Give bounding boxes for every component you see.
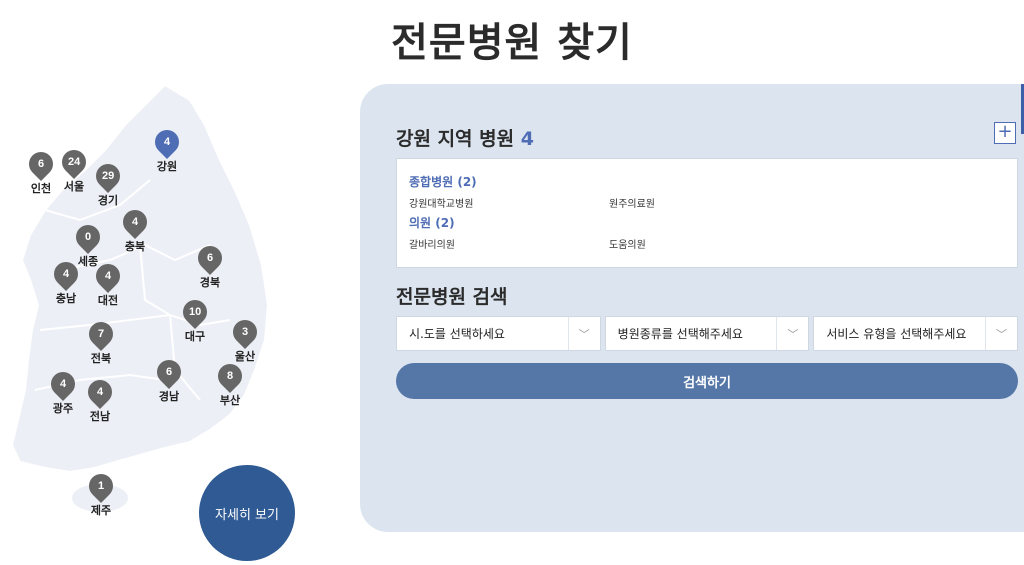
map-pin-icon: 29 <box>91 159 125 193</box>
chevron-down-icon: ﹀ <box>985 317 1017 350</box>
category-general-hospital[interactable]: 종합병원 (2) <box>409 173 1005 190</box>
map-pin-incheon[interactable]: 6 인천 <box>24 147 58 195</box>
map-pin-chungbuk[interactable]: 4 충북 <box>118 205 152 253</box>
map-pin-jeju[interactable]: 1 제주 <box>84 469 118 517</box>
map-pin-icon: 10 <box>178 295 212 329</box>
map-pin-chungnam[interactable]: 4 충남 <box>49 257 83 305</box>
map-pin-icon: 4 <box>46 367 80 401</box>
map-pin-daejeon[interactable]: 4 대전 <box>91 259 125 307</box>
map-pin-gyeongbuk[interactable]: 6 경북 <box>193 241 227 289</box>
map-pin-gwangju[interactable]: 4 광주 <box>46 367 80 415</box>
map-pin-icon: 0 <box>71 220 105 254</box>
search-title: 전문병원 검색 <box>396 286 508 308</box>
hospital-panel: 강원 지역 병원 4 + 종합병원 (2) 강원대학교병원 원주의료원 의원 (… <box>360 84 1024 532</box>
region-title: 강원 지역 병원 4 <box>396 128 534 150</box>
service-type-select[interactable]: 서비스 유형을 선택해주세요 ﹀ <box>813 316 1019 351</box>
map-pin-icon: 3 <box>228 315 262 349</box>
plus-icon[interactable]: + <box>994 122 1016 144</box>
map-pin-busan[interactable]: 8 부산 <box>213 359 247 407</box>
hospital-item[interactable]: 강원대학교병원 <box>409 195 609 210</box>
search-filters: 시.도를 선택하세요 ﹀ 병원종류를 선택해주세요 ﹀ 서비스 유형을 선택해주… <box>396 316 1019 351</box>
hospital-type-select[interactable]: 병원종류를 선택해주세요 ﹀ <box>604 316 810 351</box>
map-pin-icon: 6 <box>193 241 227 275</box>
hospital-item[interactable]: 갈바리의원 <box>409 236 609 251</box>
chevron-down-icon: ﹀ <box>776 317 808 350</box>
map-pin-jeonnam[interactable]: 4 전남 <box>83 375 117 423</box>
map-pin-gyeonggi[interactable]: 29 경기 <box>91 159 125 207</box>
map-pin-daegu[interactable]: 10 대구 <box>178 295 212 343</box>
map-pin-icon: 4 <box>49 257 83 291</box>
category-clinic[interactable]: 의원 (2) <box>409 214 1005 231</box>
map-pin-icon: 4 <box>83 375 117 409</box>
map-pin-icon: 6 <box>152 355 186 389</box>
map-pin-sejong[interactable]: 0 세종 <box>71 220 105 268</box>
chevron-down-icon: ﹀ <box>567 317 600 350</box>
map-pin-icon: 7 <box>84 317 118 351</box>
map-pin-ulsan[interactable]: 3 울산 <box>228 315 262 363</box>
map-pin-gyeongnam[interactable]: 6 경남 <box>152 355 186 403</box>
search-button[interactable]: 검색하기 <box>396 363 1018 399</box>
map-pin-seoul[interactable]: 24 서울 <box>57 145 91 193</box>
hospital-item[interactable]: 도움의원 <box>609 236 809 251</box>
map-pin-icon: 8 <box>213 359 247 393</box>
map-pin-icon: 4 <box>150 125 184 159</box>
hospital-list: 종합병원 (2) 강원대학교병원 원주의료원 의원 (2) 갈바리의원 도움의원 <box>396 158 1018 268</box>
map-pin-icon: 4 <box>91 259 125 293</box>
region-select[interactable]: 시.도를 선택하세요 ﹀ <box>396 316 601 351</box>
map-pin-icon: 4 <box>118 205 152 239</box>
map-pin-icon: 1 <box>84 469 118 503</box>
hospital-item[interactable]: 원주의료원 <box>609 195 809 210</box>
map-pin-icon: 24 <box>57 145 91 179</box>
map-pin-icon: 6 <box>24 147 58 181</box>
map-pin-gangwon[interactable]: 4 강원 <box>150 125 184 173</box>
map-pin-jeonbuk[interactable]: 7 전북 <box>84 317 118 365</box>
region-count: 4 <box>520 128 534 150</box>
detail-view-button[interactable]: 자세히 보기 <box>199 465 295 561</box>
page-title: 전문병원 찾기 <box>391 20 633 66</box>
